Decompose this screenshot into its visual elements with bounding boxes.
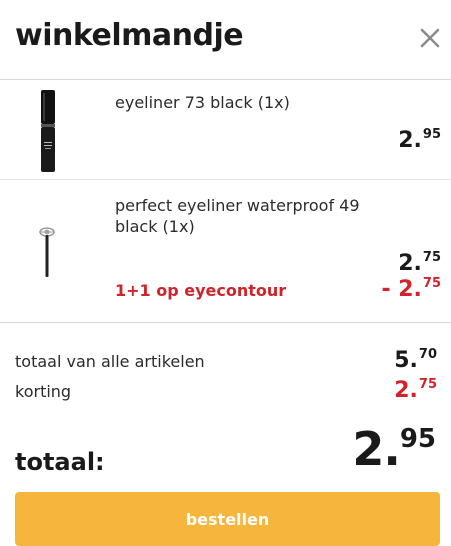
subtotal-price-cents: 70 [418,347,437,362]
promo-label: 1+1 op eyecontour [115,281,287,300]
total-price-main: 2. [352,422,400,476]
order-button[interactable]: bestellen [15,492,440,546]
discount-price-cents: 75 [418,377,437,392]
discount-label: korting [15,382,72,401]
subtotal-price: 5.70 [394,347,437,373]
item-price-main: 2. [398,251,422,276]
subtotal-row: totaal van alle artikelen 5.70 [15,347,437,374]
eyeliner-pencil-icon [41,90,55,172]
total-label: totaal: [15,448,105,476]
discount-price-main: 2. [394,378,418,403]
item-name[interactable]: perfect eyeliner waterproof 49 black (1x… [115,195,365,237]
item-price-cents: 95 [422,127,441,142]
cart-header: winkelmandje [0,0,451,80]
discount-price: 2.75 [394,377,437,403]
cart-item: perfect eyeliner waterproof 49 black (1x… [0,181,451,323]
cart-item: eyeliner 73 black (1x) 2.95 [0,81,451,180]
item-discount-main: - 2. [381,277,422,302]
total-price-cents: 95 [399,424,436,454]
cart-summary: totaal van alle artikelen 5.70 korting 2… [0,324,451,546]
item-price: 2.95 [398,127,441,153]
item-price-main: 2. [398,128,422,153]
item-name[interactable]: eyeliner 73 black (1x) [115,92,415,113]
total-price: 2.95 [352,422,436,476]
eyeliner-brush-icon [39,227,55,277]
subtotal-price-main: 5. [394,348,418,373]
subtotal-label: totaal van alle artikelen [15,352,205,371]
page-title: winkelmandje [15,18,244,53]
discount-row: korting 2.75 [15,377,437,404]
close-icon[interactable] [414,22,446,54]
item-price: 2.75 [398,250,441,276]
item-discount-cents: 75 [422,276,441,291]
item-price-cents: 75 [422,250,441,265]
item-discount: - 2.75 [381,276,441,302]
